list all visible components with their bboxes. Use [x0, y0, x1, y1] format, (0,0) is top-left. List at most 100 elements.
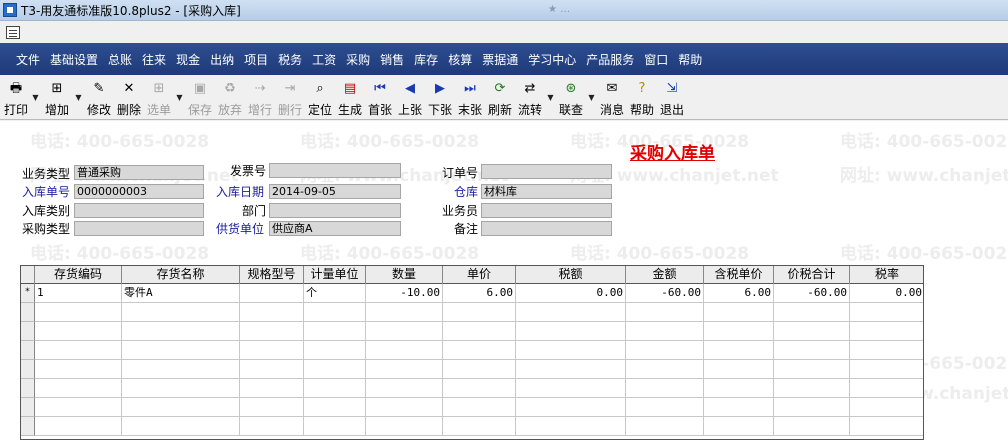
table-cell-item-name[interactable]: 零件A — [122, 284, 240, 303]
table-cell-empty[interactable] — [240, 341, 304, 360]
table-cell-empty[interactable] — [35, 379, 122, 398]
table-cell-empty[interactable] — [240, 379, 304, 398]
table-cell-empty[interactable] — [850, 417, 923, 436]
table-cell-empty[interactable] — [240, 360, 304, 379]
column-header-tax-rate[interactable]: 税率 — [850, 266, 923, 284]
column-header-item-name[interactable]: 存货名称 — [122, 266, 240, 284]
menu-cash[interactable]: 现金 — [176, 51, 200, 68]
table-cell-tax-incl-price[interactable]: 6.00 — [704, 284, 774, 303]
table-cell-empty[interactable] — [35, 360, 122, 379]
table-cell-quantity[interactable]: -10.00 — [366, 284, 443, 303]
prev-button[interactable]: ◀ 上张 — [395, 75, 425, 119]
order-no-field[interactable] — [481, 164, 612, 179]
table-cell-empty[interactable] — [443, 398, 516, 417]
menu-bills[interactable]: 票据通 — [482, 51, 518, 68]
exit-button[interactable]: ⇲ 退出 — [657, 75, 687, 119]
table-cell-empty[interactable] — [443, 322, 516, 341]
table-cell-empty[interactable] — [704, 341, 774, 360]
receipt-no-field[interactable]: 0000000003 — [74, 184, 204, 199]
table-cell-empty[interactable] — [850, 322, 923, 341]
column-header-item-code[interactable]: 存货编码 — [35, 266, 122, 284]
table-cell-empty[interactable] — [35, 341, 122, 360]
menu-window[interactable]: 窗口 — [644, 51, 668, 68]
salesperson-field[interactable] — [481, 203, 612, 218]
table-cell-empty[interactable] — [704, 398, 774, 417]
table-cell-empty[interactable] — [850, 360, 923, 379]
table-cell-empty[interactable] — [35, 303, 122, 322]
table-cell-empty[interactable] — [443, 360, 516, 379]
flow-button[interactable]: ⇄ 流转 — [515, 75, 545, 119]
table-cell-empty[interactable] — [122, 360, 240, 379]
menu-sales[interactable]: 销售 — [380, 51, 404, 68]
table-cell-empty[interactable] — [35, 322, 122, 341]
table-cell-empty[interactable] — [122, 341, 240, 360]
menu-product-services[interactable]: 产品服务 — [586, 51, 634, 68]
table-cell-empty[interactable] — [516, 360, 626, 379]
menu-projects[interactable]: 项目 — [244, 51, 268, 68]
table-cell-empty[interactable] — [304, 360, 366, 379]
table-cell-empty[interactable] — [626, 417, 704, 436]
table-cell-empty[interactable] — [774, 322, 850, 341]
table-cell-empty[interactable] — [122, 379, 240, 398]
modify-button[interactable]: ✎ 修改 — [84, 75, 114, 119]
table-cell-empty[interactable] — [704, 417, 774, 436]
menu-purchase[interactable]: 采购 — [346, 51, 370, 68]
save-button[interactable]: ▣ 保存 — [185, 75, 215, 119]
linked-query-dropdown-arrow[interactable]: ▼ — [586, 75, 597, 119]
locate-button[interactable]: ⌕ 定位 — [305, 75, 335, 119]
menu-help[interactable]: 帮助 — [678, 51, 702, 68]
last-button[interactable]: ⏭ 末张 — [455, 75, 485, 119]
table-cell-item-code[interactable]: 1 — [35, 284, 122, 303]
row-marker[interactable] — [21, 303, 35, 322]
column-header-total-incl-tax[interactable]: 价税合计 — [774, 266, 850, 284]
table-cell-empty[interactable] — [366, 398, 443, 417]
row-marker[interactable] — [21, 360, 35, 379]
table-cell-spec[interactable] — [240, 284, 304, 303]
print-dropdown-arrow[interactable]: ▼ — [30, 75, 41, 119]
table-cell-empty[interactable] — [626, 379, 704, 398]
table-cell-empty[interactable] — [516, 379, 626, 398]
table-cell-empty[interactable] — [626, 360, 704, 379]
receipt-category-field[interactable] — [74, 203, 204, 218]
column-header-amount[interactable]: 金额 — [626, 266, 704, 284]
column-header-tax-incl-price[interactable]: 含税单价 — [704, 266, 774, 284]
delete-button[interactable]: ✕ 删除 — [114, 75, 144, 119]
table-cell-empty[interactable] — [122, 398, 240, 417]
table-cell-empty[interactable] — [304, 303, 366, 322]
table-cell-empty[interactable] — [704, 303, 774, 322]
table-cell-empty[interactable] — [240, 322, 304, 341]
table-cell-empty[interactable] — [304, 417, 366, 436]
table-cell-empty[interactable] — [366, 417, 443, 436]
table-cell-empty[interactable] — [774, 303, 850, 322]
table-cell-empty[interactable] — [35, 398, 122, 417]
table-cell-empty[interactable] — [516, 322, 626, 341]
menu-learning-center[interactable]: 学习中心 — [528, 51, 576, 68]
row-marker[interactable] — [21, 379, 35, 398]
column-header-unit-price[interactable]: 单价 — [443, 266, 516, 284]
select-button[interactable]: ⊞ 选单 — [144, 75, 174, 119]
table-cell-empty[interactable] — [704, 360, 774, 379]
next-button[interactable]: ▶ 下张 — [425, 75, 455, 119]
invoice-no-field[interactable] — [269, 163, 401, 178]
table-cell-empty[interactable] — [443, 379, 516, 398]
column-header-quantity[interactable]: 数量 — [366, 266, 443, 284]
column-header-spec[interactable]: 规格型号 — [240, 266, 304, 284]
delete-row-button[interactable]: ⇥ 删行 — [275, 75, 305, 119]
table-cell-empty[interactable] — [240, 398, 304, 417]
select-dropdown-arrow[interactable]: ▼ — [174, 75, 185, 119]
row-marker[interactable] — [21, 417, 35, 436]
table-cell-empty[interactable] — [626, 322, 704, 341]
receipt-date-field[interactable]: 2014-09-05 — [269, 184, 401, 199]
table-cell-empty[interactable] — [774, 360, 850, 379]
table-cell-total-incl-tax[interactable]: -60.00 — [774, 284, 850, 303]
table-cell-empty[interactable] — [704, 379, 774, 398]
first-button[interactable]: ⏮ 首张 — [365, 75, 395, 119]
table-cell-empty[interactable] — [304, 322, 366, 341]
department-field[interactable] — [269, 203, 401, 218]
table-cell-empty[interactable] — [850, 379, 923, 398]
table-cell-empty[interactable] — [774, 341, 850, 360]
table-cell-empty[interactable] — [774, 417, 850, 436]
table-cell-empty[interactable] — [516, 398, 626, 417]
business-type-field[interactable]: 普通采购 — [74, 165, 204, 180]
abandon-button[interactable]: ♻ 放弃 — [215, 75, 245, 119]
